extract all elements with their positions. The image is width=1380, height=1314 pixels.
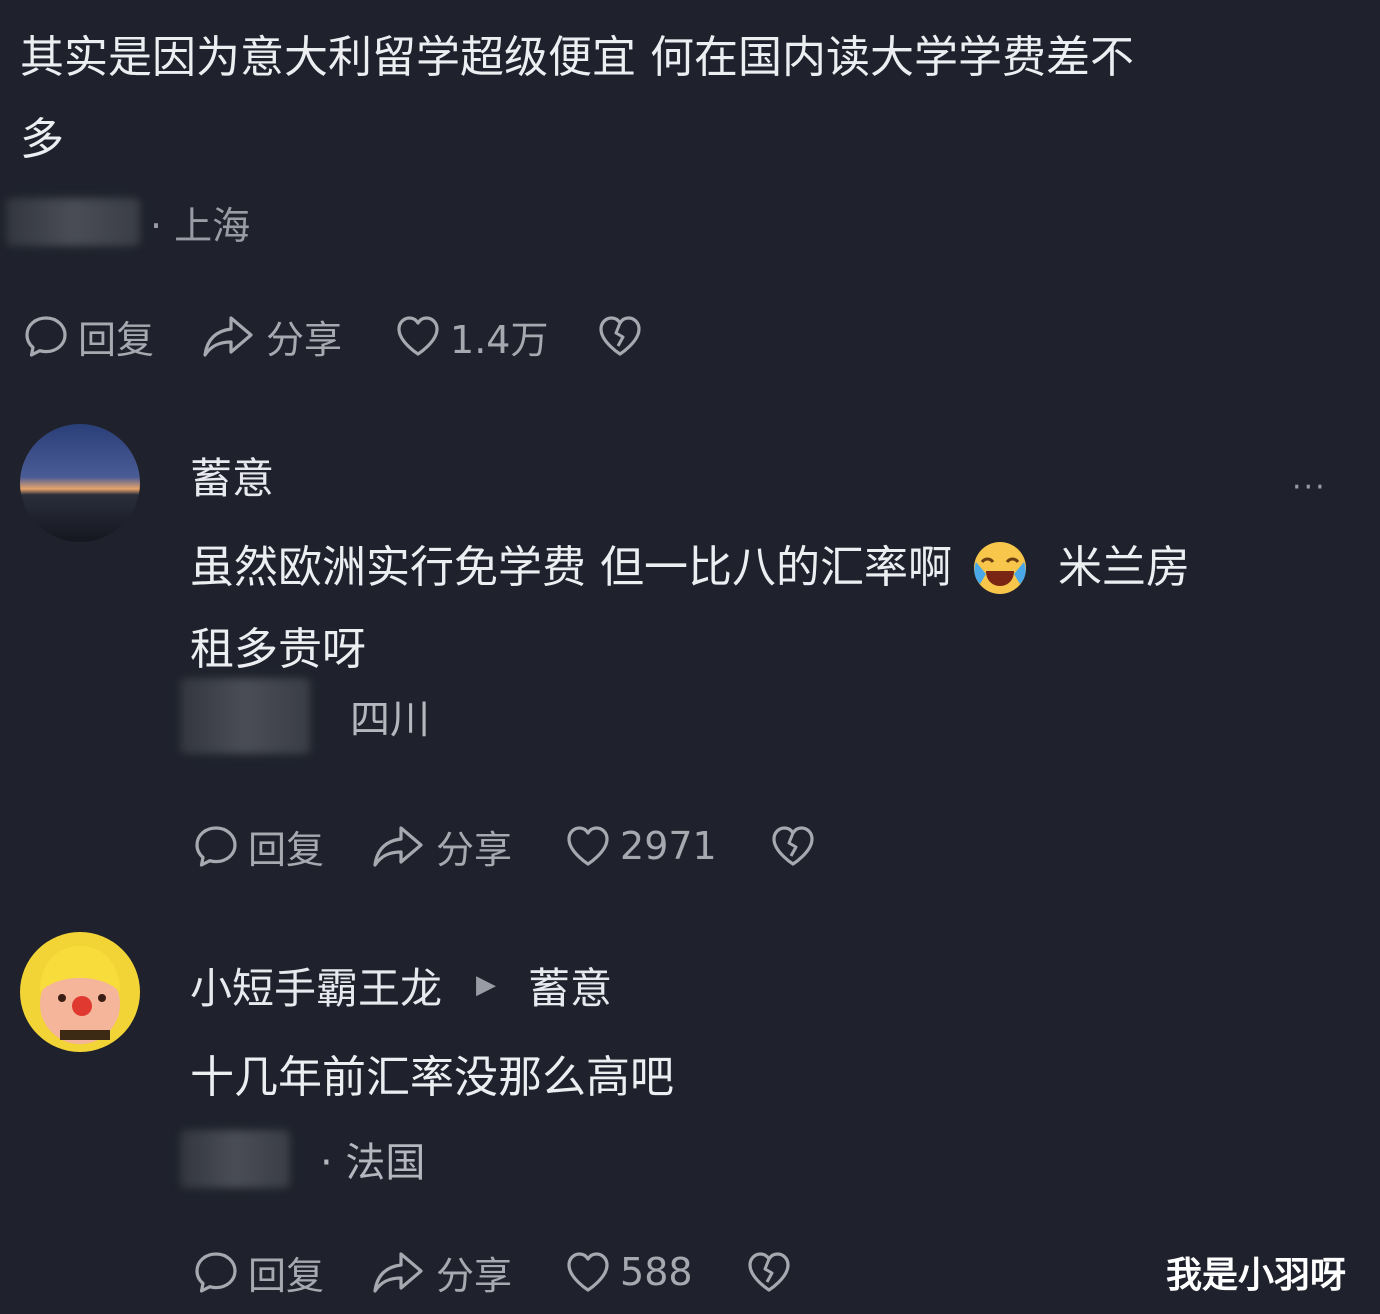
avatar[interactable]: [20, 424, 140, 542]
like-button[interactable]: 2971: [564, 822, 717, 870]
more-options-button[interactable]: ···: [1292, 470, 1327, 505]
share-button[interactable]: 分享: [370, 1245, 512, 1300]
reply-button[interactable]: 回复: [192, 819, 324, 874]
comment-text-part: 虽然欧洲实行免学费 但一比八的汇率啊: [190, 542, 952, 593]
comment-text-part: 米兰房: [1058, 542, 1190, 593]
comment-text-line: 其实是因为意大利留学超级便宜 何在国内读大学学费差不: [20, 32, 1134, 83]
comment-username[interactable]: 蓄意: [190, 446, 274, 504]
comment-header: 小短手霸王龙 ▶ 蓄意: [190, 956, 612, 1014]
heart-icon: [394, 312, 442, 360]
share-button[interactable]: 分享: [200, 309, 342, 364]
reply-label: 回复: [248, 1253, 325, 1298]
reply-button[interactable]: 回复: [22, 309, 154, 364]
comment-icon: [192, 822, 240, 870]
avatar-image: [20, 424, 140, 542]
comment-text-line: 虽然欧洲实行免学费 但一比八的汇率啊 米兰房: [190, 526, 1190, 610]
redacted-time: [6, 198, 140, 246]
location-label: 四川: [350, 697, 430, 743]
share-icon: [200, 312, 258, 360]
share-label: 分享: [436, 827, 513, 872]
share-label: 分享: [436, 1253, 513, 1298]
redacted-time: [180, 1130, 290, 1188]
like-count: 1.4万: [450, 317, 549, 362]
comment-username[interactable]: 小短手霸王龙: [190, 955, 442, 1016]
location-label: · 法国: [320, 1140, 426, 1186]
share-button[interactable]: 分享: [370, 819, 512, 874]
crying-laughing-emoji-icon: [970, 538, 1030, 598]
broken-heart-icon: [596, 312, 644, 360]
dislike-button[interactable]: [596, 312, 644, 360]
share-label: 分享: [266, 317, 343, 362]
comment-meta: 四川: [180, 676, 430, 756]
reply-label: 回复: [78, 317, 155, 362]
broken-heart-icon: [769, 822, 817, 870]
location-label: · 上海: [150, 203, 251, 248]
comment-actions: 回复 分享 1.4万: [22, 310, 644, 362]
share-icon: [370, 822, 428, 870]
reply-label: 回复: [248, 827, 325, 872]
dislike-button[interactable]: [745, 1248, 793, 1296]
comment-meta: · 法国: [180, 1128, 425, 1190]
like-count: 2971: [620, 824, 717, 868]
reply-button[interactable]: 回复: [192, 1245, 324, 1300]
avatar[interactable]: [20, 932, 140, 1052]
like-count: 588: [620, 1250, 693, 1294]
redacted-time: [180, 678, 310, 754]
watermark: 我是小羽呀: [1166, 1255, 1347, 1296]
reply-to-username[interactable]: 蓄意: [528, 955, 612, 1016]
heart-icon: [564, 822, 612, 870]
share-icon: [370, 1248, 428, 1296]
comment-text-line: 十几年前汇率没那么高吧: [190, 1052, 674, 1103]
comment-icon: [22, 312, 70, 360]
dislike-button[interactable]: [769, 822, 817, 870]
heart-icon: [564, 1248, 612, 1296]
comment-text-line: 多: [20, 114, 64, 165]
comment-actions: 回复 分享 2971: [192, 820, 817, 872]
like-button[interactable]: 588: [564, 1248, 693, 1296]
comment-actions: 回复 分享 588: [192, 1246, 793, 1298]
comment-meta: · 上海: [6, 196, 250, 248]
reply-arrow-icon: ▶: [476, 970, 497, 1000]
avatar-image: [20, 932, 140, 1052]
like-button[interactable]: 1.4万: [394, 309, 548, 364]
broken-heart-icon: [745, 1248, 793, 1296]
comment-icon: [192, 1248, 240, 1296]
